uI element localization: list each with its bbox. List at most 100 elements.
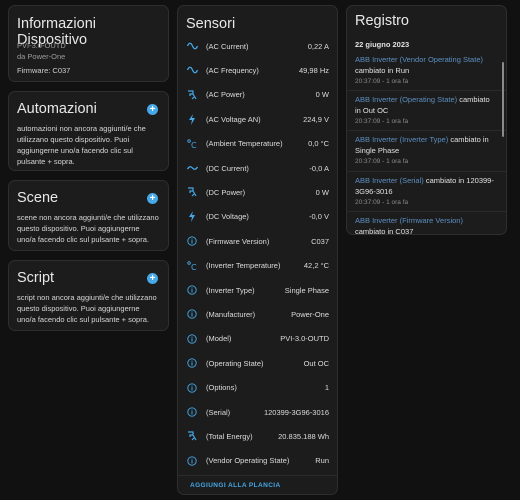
tilde-icon (186, 162, 198, 174)
sensor-value: 1 (324, 383, 329, 393)
sensor-name: (Operating State) (206, 358, 264, 368)
lightning-icon (186, 211, 198, 223)
sensor-name: (AC Frequency) (206, 65, 259, 75)
sensor-name: (Total Energy) (206, 431, 253, 441)
sine-wave-icon (186, 40, 198, 52)
logbook-time: 20:37:09 - 1 ora fa (355, 118, 409, 125)
sensor-list: (AC Current) 0,22 A (AC Frequency) 49,98 Hz… (178, 34, 337, 474)
sensor-row[interactable]: (Model) PVI-3.0-OUTD (178, 327, 337, 351)
sensor-row[interactable]: (AC Voltage AN) 224,9 V (178, 107, 337, 131)
sensor-row[interactable]: (AC Power) 0 W (178, 83, 337, 107)
scripts-text: script non ancora aggiunti/e che utilizz… (17, 293, 157, 324)
sensor-name: (Firmware Version) (206, 236, 270, 246)
info-icon (186, 308, 198, 320)
device-manufacturer: da Power-One (17, 52, 66, 61)
sensor-row[interactable]: (Vendor Operating State) Run (178, 449, 337, 473)
info-icon (186, 357, 198, 369)
sensor-name: (Inverter Type) (206, 285, 255, 295)
sensor-row[interactable]: (Options) 1 (178, 376, 337, 400)
logbook-time: 20:37:09 - 1 ora fa (355, 199, 409, 206)
sensor-row[interactable]: (AC Frequency) 49,98 Hz (178, 58, 337, 82)
sensor-value: 224,9 V (303, 114, 329, 124)
sensor-name: (AC Voltage AN) (206, 114, 261, 124)
svg-text:C: C (191, 141, 197, 149)
device-info-card: Informazioni Dispositivo PVI-3.0-OUTD da… (8, 5, 169, 82)
add-automation-button[interactable]: + (147, 104, 158, 115)
sensor-row[interactable]: (Firmware Version) C037 (178, 229, 337, 253)
logbook-time: 20:37:09 - 1 ora fa (355, 158, 409, 165)
sensors-card: Sensori (AC Current) 0,22 A (AC Frequency)… (177, 5, 338, 495)
sensor-name: (DC Current) (206, 163, 249, 173)
logbook-entity-link[interactable]: ABB Inverter (Inverter Type) (355, 135, 448, 144)
sine-wave-icon (186, 64, 198, 76)
sensor-value: Out OC (303, 358, 329, 368)
logbook-date: 22 giugno 2023 (355, 40, 410, 49)
info-icon (186, 406, 198, 418)
automations-text: automazioni non ancora aggiunti/e che ut… (17, 124, 146, 166)
logbook-card: Registro 22 giugno 2023 ABB Inverter (Ve… (346, 5, 507, 235)
sensor-value: 20.835.188 Wh (278, 431, 329, 441)
info-icon (186, 455, 198, 467)
sensor-name: (Model) (206, 334, 232, 344)
add-script-button[interactable]: + (147, 273, 158, 284)
sensor-row[interactable]: (DC Current) -0,0 A (178, 156, 337, 180)
sensor-value: -0,0 V (308, 212, 329, 222)
sensor-value: 49,98 Hz (298, 65, 329, 75)
add-to-dashboard-button[interactable]: AGGIUNGI ALLA PLANCIA (190, 482, 281, 489)
scripts-title: Script (17, 270, 55, 286)
logbook-divider (347, 130, 506, 131)
logbook-entry: ABB Inverter (Inverter Type) cambiato in… (355, 134, 494, 167)
automations-title: Automazioni (17, 101, 97, 117)
lightning-icon (186, 113, 198, 125)
sensor-row[interactable]: (DC Power) 0 W (178, 180, 337, 204)
logbook-entity-link[interactable]: ABB Inverter (Operating State) (355, 95, 457, 104)
sensor-name: (Vendor Operating State) (206, 456, 290, 466)
sensor-name: (AC Power) (206, 90, 245, 100)
info-icon (186, 235, 198, 247)
logbook-title: Registro (355, 13, 409, 29)
sensor-value: Run (315, 456, 329, 466)
add-scene-button[interactable]: + (147, 193, 158, 204)
logbook-entity-link[interactable]: ABB Inverter (Serial) (355, 176, 424, 185)
sensor-name: (Serial) (206, 407, 231, 417)
sensor-name: (AC Current) (206, 41, 249, 51)
power-plug-icon (186, 430, 198, 442)
sensor-row[interactable]: C (Ambient Temperature) 0,0 °C (178, 132, 337, 156)
device-model: PVI-3.0-OUTD (17, 41, 66, 50)
info-icon (186, 382, 198, 394)
sensor-row[interactable]: (Inverter Type) Single Phase (178, 278, 337, 302)
sensor-name: (Options) (206, 383, 237, 393)
sensor-row[interactable]: (DC Voltage) -0,0 V (178, 205, 337, 229)
sensor-value: 42,2 °C (303, 261, 329, 271)
logbook-entity-link[interactable]: ABB Inverter (Firmware Version) (355, 216, 463, 225)
automations-card: Automazioni + automazioni non ancora agg… (8, 91, 169, 171)
sensor-value: C037 (311, 236, 329, 246)
sensor-value: PVI-3.0-OUTD (280, 334, 329, 344)
logbook-divider (347, 90, 506, 91)
logbook-divider (347, 171, 506, 172)
sensor-row[interactable]: (Operating State) Out OC (178, 351, 337, 375)
logbook-entity-link[interactable]: ABB Inverter (Vendor Operating State) (355, 55, 483, 64)
sensor-row[interactable]: (Serial) 120399-3G96-3016 (178, 400, 337, 424)
sensor-row[interactable]: (Total Energy) 20.835.188 Wh (178, 424, 337, 448)
scenes-card: Scene + scene non ancora aggiunti/e che … (8, 180, 169, 251)
sensor-row[interactable]: (Manufacturer) Power-One (178, 302, 337, 326)
logbook-message: cambiato in C037 (355, 227, 414, 235)
logbook-message: cambiato in Run (355, 66, 410, 75)
info-icon (186, 333, 198, 345)
scripts-card: Script + script non ancora aggiunti/e ch… (8, 260, 169, 331)
sensor-row[interactable]: (AC Current) 0,22 A (178, 34, 337, 58)
sensor-row[interactable]: C (Inverter Temperature) 42,2 °C (178, 254, 337, 278)
thermometer-icon: C (186, 260, 198, 272)
logbook-list[interactable]: ABB Inverter (Vendor Operating State) ca… (347, 54, 506, 234)
logbook-entry: ABB Inverter (Vendor Operating State) ca… (355, 54, 494, 87)
sensor-value: Single Phase (284, 285, 329, 295)
logbook-scrollbar[interactable] (502, 62, 504, 137)
sensor-value: Power-One (291, 309, 329, 319)
sensor-value: 0 W (315, 187, 329, 197)
sensors-title: Sensori (186, 16, 236, 32)
sensor-value: 0 W (315, 90, 329, 100)
power-plug-icon (186, 186, 198, 198)
info-icon (186, 284, 198, 296)
power-plug-icon (186, 89, 198, 101)
